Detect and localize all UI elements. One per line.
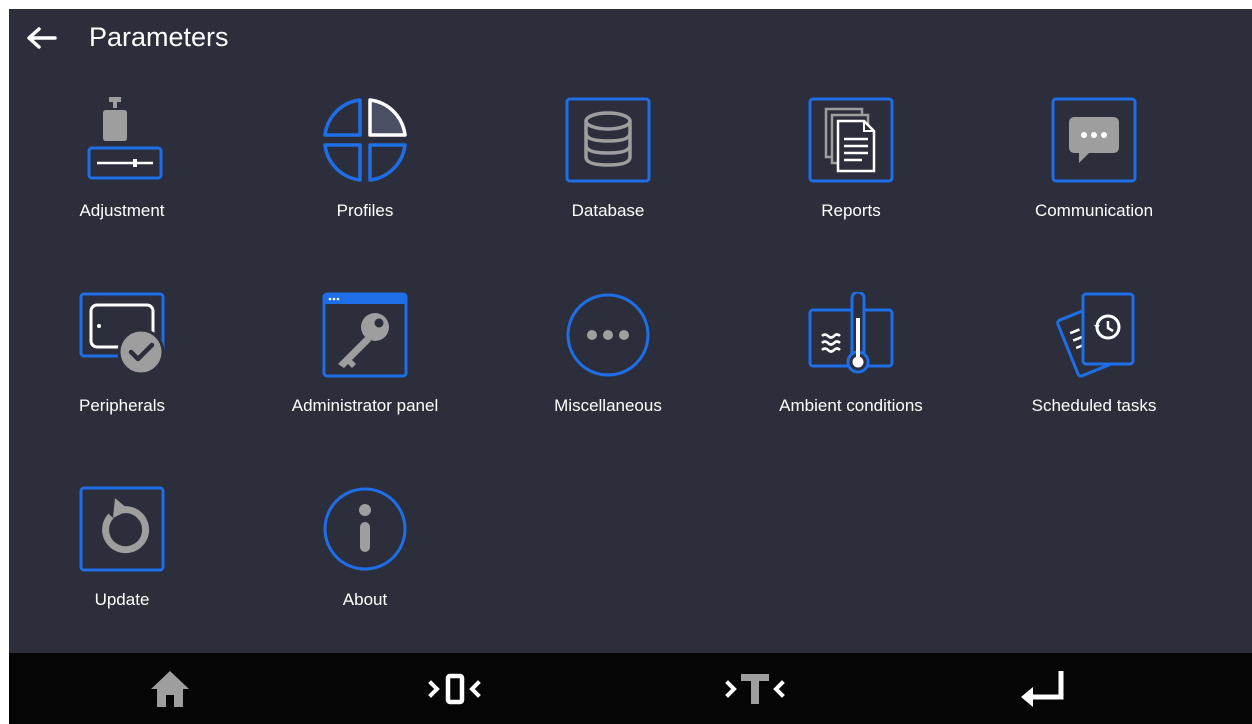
weight-adjustment-icon [79, 97, 165, 183]
menu-item-update[interactable]: Update [9, 486, 229, 636]
menu-item-label: Communication [1034, 201, 1154, 220]
header: Parameters [9, 9, 1252, 67]
menu-item-label: Reports [821, 201, 881, 220]
menu-item-adjustment[interactable]: Adjustment [9, 97, 229, 247]
zero-icon [428, 673, 481, 704]
zero-button[interactable] [383, 653, 543, 724]
menu-item-peripherals[interactable]: Peripherals [9, 292, 229, 442]
update-icon [79, 486, 165, 572]
menu-item-about[interactable]: About [252, 486, 472, 636]
menu-item-label: Administrator panel [291, 396, 439, 415]
menu-item-label: About [342, 590, 388, 609]
home-button[interactable] [90, 653, 250, 724]
admin-key-icon [322, 292, 408, 378]
menu-item-reports[interactable]: Reports [738, 97, 958, 247]
page-title: Parameters [89, 22, 229, 52]
bottom-bar [9, 653, 1252, 724]
reports-icon [808, 97, 894, 183]
menu-item-administrator-panel[interactable]: Administrator panel [252, 292, 472, 442]
thermometer-icon [808, 292, 894, 378]
enter-icon [1021, 670, 1064, 707]
menu-item-label: Scheduled tasks [1031, 396, 1157, 415]
menu-item-label: Update [94, 590, 150, 609]
scheduled-tasks-icon [1051, 292, 1137, 378]
peripherals-tablet-check-icon [79, 292, 165, 378]
profiles-pie-icon [322, 97, 408, 183]
back-button[interactable] [23, 23, 59, 53]
info-icon [322, 486, 408, 572]
parameters-screen: Parameters Adjustment Profiles Database … [9, 9, 1252, 724]
menu-item-miscellaneous[interactable]: Miscellaneous [495, 292, 715, 442]
database-icon [565, 97, 651, 183]
menu-item-label: Peripherals [79, 396, 165, 415]
arrow-left-icon [27, 27, 57, 49]
menu-item-ambient-conditions[interactable]: Ambient conditions [738, 292, 958, 442]
menu-item-label: Ambient conditions [779, 396, 923, 415]
ellipsis-circle-icon [565, 292, 651, 378]
menu-item-communication[interactable]: Communication [981, 97, 1201, 247]
menu-item-label: Miscellaneous [554, 396, 662, 415]
menu-item-label: Adjustment [79, 201, 165, 220]
menu-item-database[interactable]: Database [495, 97, 715, 247]
menu-item-profiles[interactable]: Profiles [252, 97, 472, 247]
menu-item-label: Database [571, 201, 645, 220]
home-icon [151, 670, 189, 707]
chat-bubble-icon [1051, 97, 1137, 183]
tare-icon [725, 673, 785, 704]
enter-button[interactable] [963, 653, 1123, 724]
menu-item-label: Profiles [336, 201, 394, 220]
menu-item-scheduled-tasks[interactable]: Scheduled tasks [981, 292, 1201, 442]
tare-button[interactable] [674, 653, 834, 724]
